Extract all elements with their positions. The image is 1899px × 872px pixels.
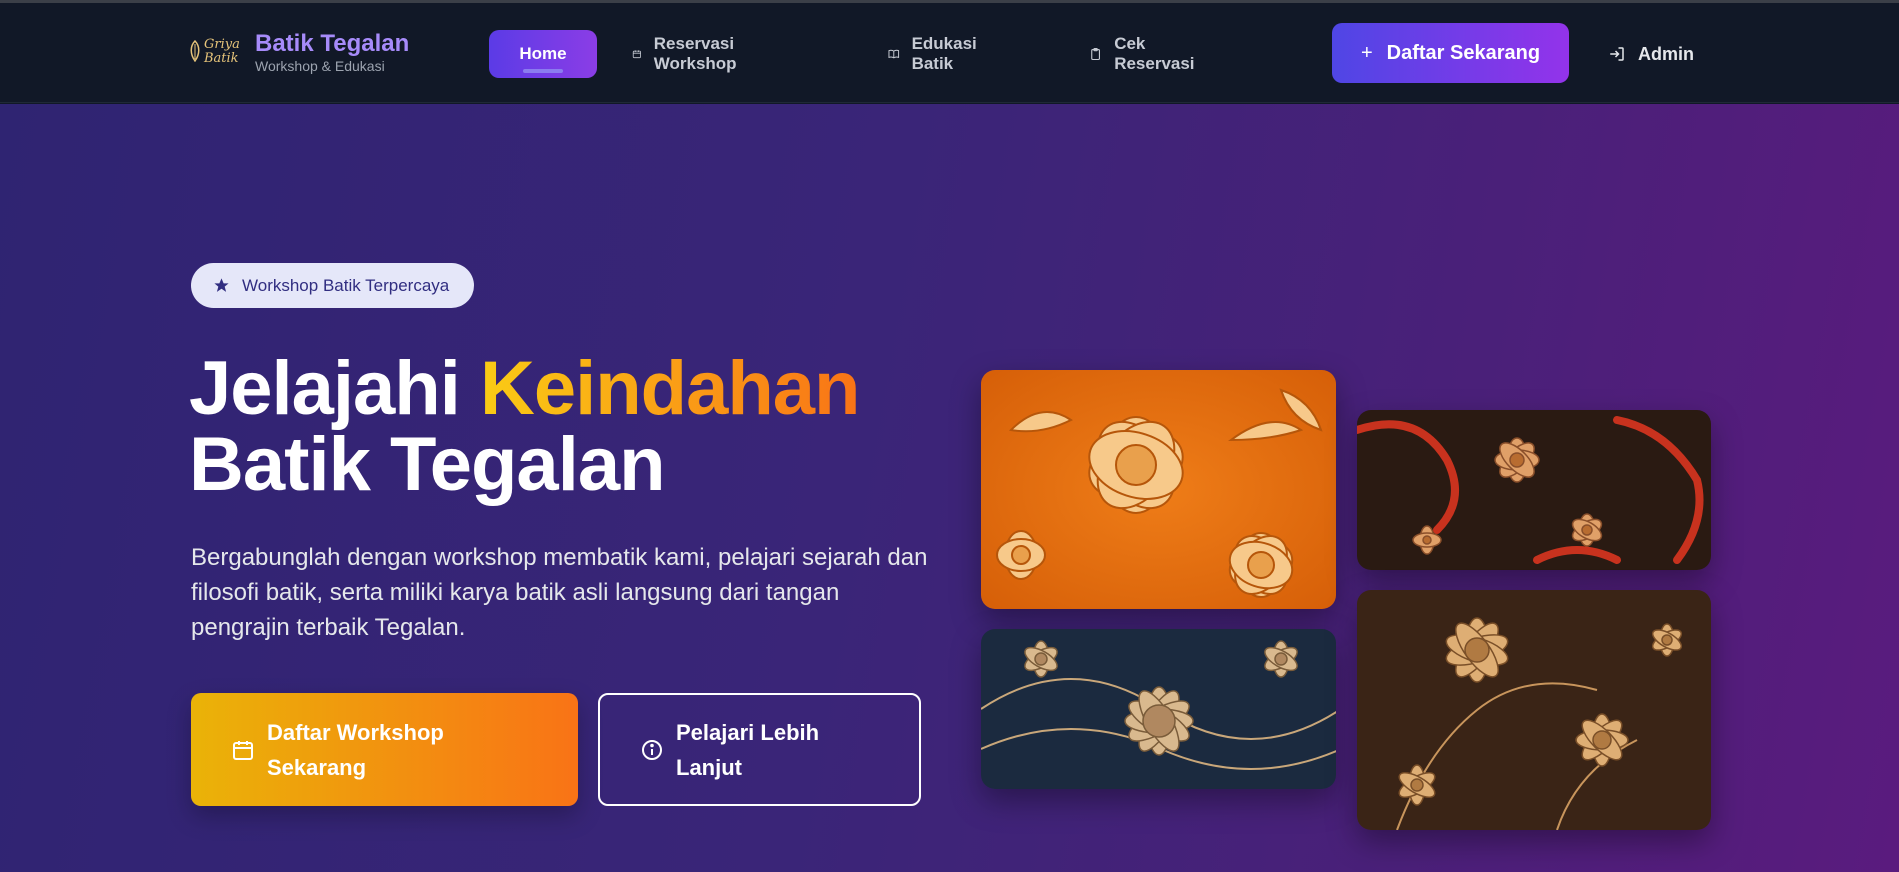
brand-title: Batik Tegalan xyxy=(255,30,410,57)
brand-subtitle: Workshop & Edukasi xyxy=(255,58,385,74)
nav-item-edukasi-batik[interactable]: Edukasi Batik xyxy=(888,30,983,78)
navy-floral-batik-image xyxy=(981,629,1336,789)
hero-section: Workshop Batik Terpercaya Jelajahi Keind… xyxy=(0,104,1899,872)
book-icon xyxy=(888,49,900,59)
nav-item-reservasi-workshop[interactable]: Reservasi Workshop xyxy=(632,30,745,78)
headline-part1: Jelajahi xyxy=(189,346,480,431)
brand-text: Batik Tegalan Workshop & Edukasi xyxy=(255,30,409,74)
clipboard-icon xyxy=(1091,47,1100,61)
active-indicator xyxy=(523,69,563,73)
secondary-button-label: Pelajari Lebih Lanjut xyxy=(676,719,820,780)
nav-item-cek-reservasi[interactable]: Cek Reservasi xyxy=(1089,30,1199,78)
main-nav: Home Reservasi Workshop Edukasi Batik Ce… xyxy=(489,30,1195,78)
red-brown-bird-batik-image xyxy=(1357,410,1711,570)
hero-description: Bergabunglah dengan workshop membatik ka… xyxy=(191,544,928,641)
navbar: Griya Batik Batik Tegalan Workshop & Edu… xyxy=(0,3,1899,103)
brand[interactable]: Griya Batik Batik Tegalan Workshop & Edu… xyxy=(190,30,409,74)
star-icon xyxy=(214,278,229,292)
calendar-icon xyxy=(632,50,641,59)
info-icon xyxy=(642,739,662,760)
calendar-icon xyxy=(233,740,253,760)
brown-floral-batik-image xyxy=(1357,590,1711,830)
nav-item-label: Cek Reservasi xyxy=(1114,34,1195,73)
headline-line2: Batik Tegalan xyxy=(189,422,666,507)
badge-label: Workshop Batik Terpercaya xyxy=(242,275,450,295)
headline-accent: Keindahan xyxy=(479,346,860,431)
trust-badge: Workshop Batik Terpercaya xyxy=(191,263,474,308)
nav-item-label: Edukasi Batik xyxy=(911,34,977,73)
plus-icon: + xyxy=(1360,41,1373,64)
login-icon xyxy=(1610,47,1624,61)
pelajari-lebih-lanjut-button[interactable]: Pelajari Lebih Lanjut xyxy=(598,693,921,806)
nav-item-home[interactable]: Home xyxy=(489,30,597,78)
orange-floral-batik-image xyxy=(981,370,1336,609)
daftar-sekarang-button[interactable]: + Daftar Sekarang xyxy=(1332,23,1569,83)
cta-label: Daftar Sekarang xyxy=(1386,41,1541,64)
hero-headline: Jelajahi Keindahan Batik Tegalan xyxy=(189,351,860,503)
leaf-ornament-icon xyxy=(190,40,200,62)
nav-home-label: Home xyxy=(519,44,567,63)
griya-batik-logo: Griya Batik xyxy=(190,32,250,72)
admin-label: Admin xyxy=(1638,43,1694,64)
admin-login-link[interactable]: Admin xyxy=(1608,30,1694,78)
nav-item-label: Reservasi Workshop xyxy=(653,34,737,73)
primary-button-label: Daftar Workshop Sekarang xyxy=(267,719,444,780)
daftar-workshop-button[interactable]: Daftar Workshop Sekarang xyxy=(191,693,578,806)
